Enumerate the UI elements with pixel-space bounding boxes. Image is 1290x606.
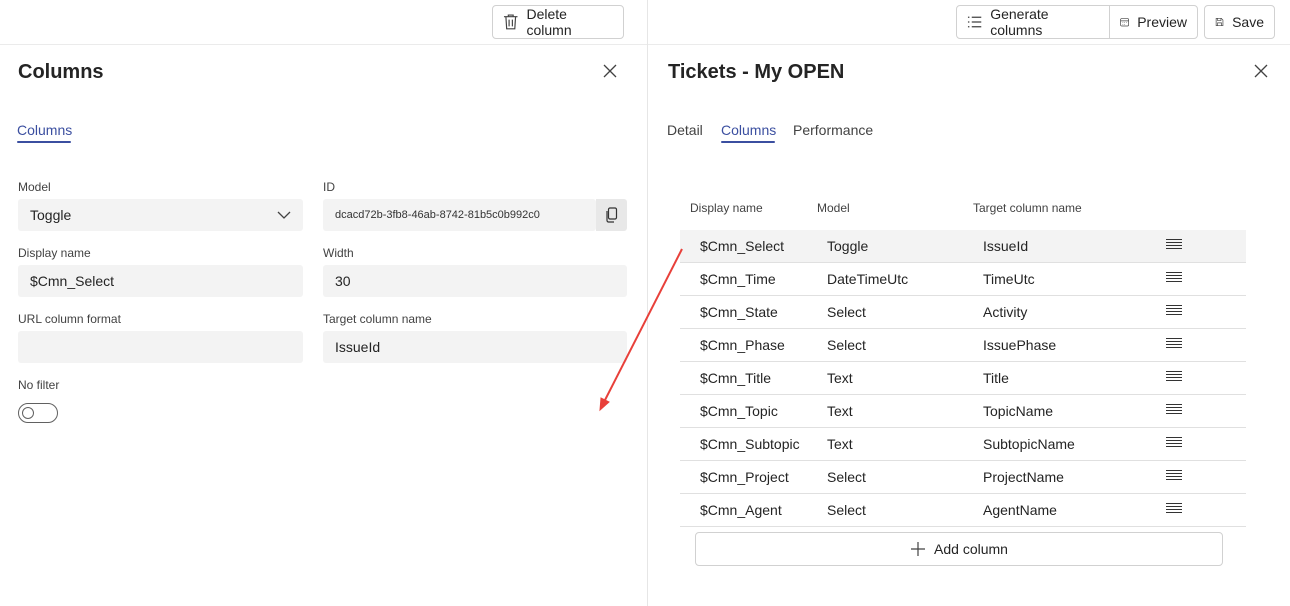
tab-performance[interactable]: Performance	[793, 122, 873, 138]
cell-model: Text	[827, 370, 853, 386]
panel-title: Columns	[18, 61, 104, 83]
cell-target: SubtopicName	[983, 436, 1075, 452]
copy-icon	[605, 207, 617, 223]
table-row[interactable]: $Cmn_Topic Text TopicName	[680, 395, 1246, 428]
drag-handle-icon[interactable]	[1166, 371, 1182, 385]
delete-column-button[interactable]: Delete column	[492, 5, 624, 39]
generate-columns-label: Generate columns	[990, 6, 1049, 38]
cell-target: IssuePhase	[983, 337, 1057, 353]
cell-model: Select	[827, 337, 866, 353]
close-icon[interactable]	[600, 61, 620, 81]
cell-target: Title	[983, 370, 1009, 386]
save-label: Save	[1232, 14, 1264, 30]
drag-handle-icon[interactable]	[1166, 437, 1182, 451]
cell-target: Activity	[983, 304, 1028, 320]
cell-model: Text	[827, 403, 853, 419]
cell-model: Text	[827, 436, 853, 452]
no-filter-toggle[interactable]	[18, 403, 58, 423]
cell-display-name: $Cmn_Time	[700, 271, 776, 287]
display-name-input[interactable]: $Cmn_Select	[18, 265, 303, 297]
add-column-button[interactable]: Add column	[695, 532, 1223, 566]
model-label: Model	[18, 180, 51, 194]
target-column-input[interactable]: IssueId	[323, 331, 627, 363]
toggle-knob	[22, 407, 34, 419]
drag-handle-icon[interactable]	[1166, 404, 1182, 418]
column-editor-panel: Delete column Columns Columns Model Togg…	[0, 0, 647, 606]
table-row[interactable]: $Cmn_Time DateTimeUtc TimeUtc	[680, 263, 1246, 296]
save-button[interactable]: Save	[1204, 5, 1275, 39]
url-format-label: URL column format	[18, 312, 121, 326]
drag-handle-icon[interactable]	[1166, 272, 1182, 286]
cell-target: AgentName	[983, 502, 1057, 518]
chevron-down-icon	[277, 211, 291, 219]
cell-target: TopicName	[983, 403, 1054, 419]
cell-display-name: $Cmn_Title	[700, 370, 772, 386]
tab-columns[interactable]: Columns	[17, 122, 72, 138]
add-column-label: Add column	[934, 541, 1008, 557]
table-row[interactable]: $Cmn_State Select Activity	[680, 296, 1246, 329]
drag-handle-icon[interactable]	[1166, 503, 1182, 517]
cell-model: Toggle	[827, 238, 869, 254]
id-label: ID	[323, 180, 335, 194]
cell-model: DateTimeUtc	[827, 271, 909, 287]
list-icon	[967, 16, 982, 28]
cell-display-name: $Cmn_Select	[700, 238, 785, 254]
tab-active-indicator	[721, 141, 775, 143]
cell-target: ProjectName	[983, 469, 1064, 485]
calendar-icon	[1120, 18, 1129, 27]
copy-id-button[interactable]	[596, 199, 627, 231]
cell-target: TimeUtc	[983, 271, 1035, 287]
table-row[interactable]: $Cmn_Subtopic Text SubtopicName	[680, 428, 1246, 461]
plus-icon	[911, 542, 926, 556]
table-row[interactable]: $Cmn_Title Text Title	[680, 362, 1246, 395]
delete-column-label: Delete column	[526, 6, 572, 38]
column-header-display-name[interactable]: Display name	[690, 201, 763, 215]
drag-handle-icon[interactable]	[1166, 239, 1182, 253]
table-row[interactable]: $Cmn_Project Select ProjectName	[680, 461, 1246, 494]
toolbar-divider	[648, 44, 1290, 45]
cell-display-name: $Cmn_Agent	[700, 502, 782, 518]
save-icon	[1215, 17, 1224, 27]
column-header-model[interactable]: Model	[817, 201, 850, 215]
table-row[interactable]: $Cmn_Phase Select IssuePhase	[680, 329, 1246, 362]
drag-handle-icon[interactable]	[1166, 305, 1182, 319]
tab-columns[interactable]: Columns	[721, 122, 776, 138]
width-input[interactable]: 30	[323, 265, 627, 297]
cell-model: Select	[827, 304, 866, 320]
cell-model: Select	[827, 502, 866, 518]
table-row[interactable]: $Cmn_Agent Select AgentName	[680, 494, 1246, 527]
no-filter-label: No filter	[18, 378, 60, 392]
tab-detail[interactable]: Detail	[667, 122, 703, 138]
cell-target: IssueId	[983, 238, 1029, 254]
url-format-input[interactable]	[18, 331, 303, 363]
cell-display-name: $Cmn_Topic	[700, 403, 778, 419]
display-name-label: Display name	[18, 246, 91, 260]
width-label: Width	[323, 246, 354, 260]
toolbar-divider	[0, 44, 647, 45]
cell-model: Select	[827, 469, 866, 485]
preview-label: Preview	[1137, 14, 1187, 30]
panel-title: Tickets - My OPEN	[668, 61, 845, 83]
drag-handle-icon[interactable]	[1166, 338, 1182, 352]
id-field[interactable]: dcacd72b-3fb8-46ab-8742-81b5c0b992c0	[323, 199, 596, 231]
table-row[interactable]: $Cmn_Select Toggle IssueId	[680, 230, 1246, 263]
cell-display-name: $Cmn_State	[700, 304, 778, 320]
close-icon[interactable]	[1251, 61, 1271, 81]
cell-display-name: $Cmn_Phase	[700, 337, 785, 353]
model-select[interactable]: Toggle	[18, 199, 303, 231]
target-column-label: Target column name	[323, 312, 432, 326]
column-header-target[interactable]: Target column name	[973, 201, 1082, 215]
generate-columns-button[interactable]: Generate columns	[956, 5, 1110, 39]
cell-display-name: $Cmn_Project	[700, 469, 789, 485]
cell-display-name: $Cmn_Subtopic	[700, 436, 800, 452]
preview-button[interactable]: Preview	[1109, 5, 1198, 39]
drag-handle-icon[interactable]	[1166, 470, 1182, 484]
model-select-value: Toggle	[30, 207, 72, 223]
trash-icon	[503, 14, 518, 30]
tab-active-indicator	[17, 141, 71, 143]
